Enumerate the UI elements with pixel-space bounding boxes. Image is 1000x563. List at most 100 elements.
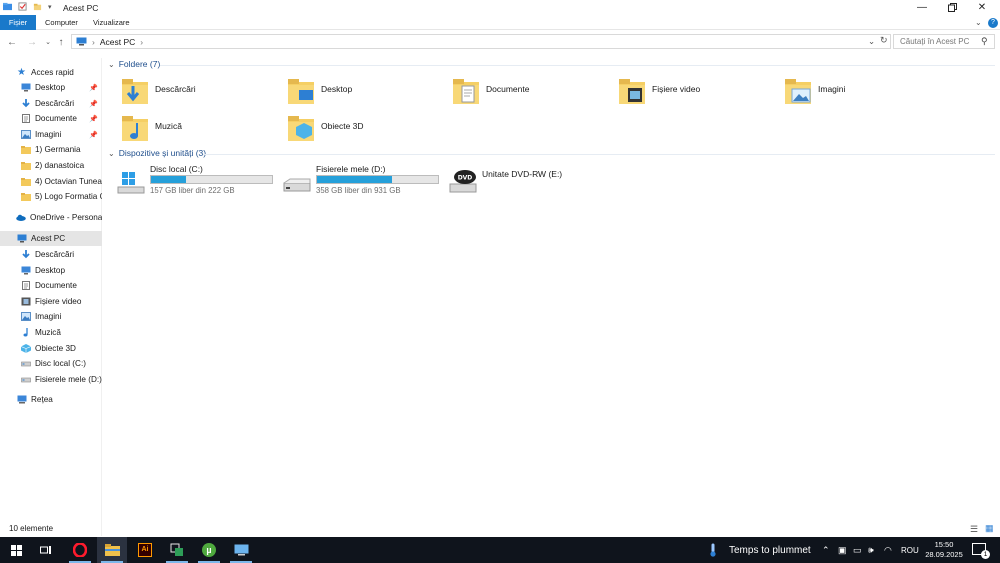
taskbar: Ai µ Temps to plummet ⌃ ▣ ▭ 🕪 ◠ ROU 15:5… xyxy=(0,537,1000,563)
nav-pc-item[interactable]: Desktop xyxy=(0,263,102,278)
desktop-folder-icon xyxy=(287,76,315,106)
nav-quick-item[interactable]: Imagini 📌 xyxy=(0,127,102,142)
back-icon[interactable]: ← xyxy=(6,36,18,48)
nav-network[interactable]: Rețea xyxy=(0,392,102,407)
search-input[interactable]: Căutați în Acest PC ⚲ xyxy=(893,34,995,49)
language-indicator[interactable]: ROU xyxy=(901,537,919,563)
nav-pc-item[interactable]: Obiecte 3D xyxy=(0,341,102,356)
forward-icon[interactable]: → xyxy=(26,36,38,48)
folders-group-header[interactable]: ⌄ Foldere (7) xyxy=(108,59,160,69)
nav-label: Desktop xyxy=(35,265,66,275)
show-hidden-icons-icon[interactable]: ⌃ xyxy=(822,537,830,563)
folder-label: Muzică xyxy=(155,121,182,131)
refresh-icon[interactable]: ↻ xyxy=(880,35,888,46)
customize-toolbar-icon[interactable]: ▾ xyxy=(48,3,52,11)
task-view-icon[interactable] xyxy=(31,537,61,563)
new-folder-icon[interactable] xyxy=(33,2,42,11)
windows-drive-icon xyxy=(116,168,146,198)
volume-icon[interactable]: 🕪 xyxy=(868,537,874,563)
objects-3d-icon xyxy=(20,343,32,353)
opera-icon[interactable] xyxy=(65,537,95,563)
breadcrumb-separator-icon: › xyxy=(92,36,95,47)
nav-quick-item[interactable]: Desktop 📌 xyxy=(0,80,102,95)
nav-pc-item[interactable]: Fișiere video xyxy=(0,294,102,309)
drive-tile[interactable]: Disc local (C:) 157 GB liber din 222 GB xyxy=(116,164,276,198)
drive-label: Fisierele mele (D:) xyxy=(316,164,386,174)
close-icon[interactable]: ✕ xyxy=(967,0,997,15)
music-icon xyxy=(21,328,31,337)
weather-text[interactable]: Temps to plummet xyxy=(729,537,811,563)
documents-folder-icon xyxy=(452,76,480,106)
drive-tile[interactable]: Fisierele mele (D:) 358 GB liber din 931 … xyxy=(282,164,442,198)
clock[interactable]: 15:50 28.09.2025 xyxy=(924,540,964,560)
minimize-icon[interactable]: — xyxy=(907,0,937,15)
pictures-icon xyxy=(21,312,31,322)
drive-free-space: 157 GB liber din 222 GB xyxy=(150,186,235,195)
nav-pc-item[interactable]: Disc local (C:) xyxy=(0,356,102,371)
weather-icon[interactable] xyxy=(709,543,717,557)
nav-quick-item[interactable]: 1) Germania xyxy=(0,142,102,157)
folder-tile[interactable]: Obiecte 3D xyxy=(287,113,447,147)
nav-pc-item[interactable]: Muzică xyxy=(0,325,102,340)
expand-ribbon-icon[interactable]: ⌄ xyxy=(975,18,982,27)
battery-icon[interactable]: ▭ xyxy=(853,537,862,563)
drives-group-header[interactable]: ⌄ Dispozitive și unități (3) xyxy=(108,148,206,158)
nav-quick-access[interactable]: ★ Acces rapid xyxy=(0,65,102,80)
file-explorer-icon[interactable] xyxy=(97,537,127,563)
drive-usage-bar xyxy=(150,175,273,184)
folder-tile[interactable]: Descărcări xyxy=(121,76,281,110)
nav-quick-item[interactable]: 2) danastoica xyxy=(0,158,102,173)
window-title: Acest PC xyxy=(63,3,99,13)
rdp-icon[interactable] xyxy=(226,537,256,563)
meet-now-icon[interactable]: ▣ xyxy=(838,537,847,563)
address-bar[interactable]: › Acest PC › ⌄ ↻ xyxy=(71,34,891,49)
tab-file[interactable]: Fișier xyxy=(0,15,36,30)
cloud-icon xyxy=(16,214,26,221)
help-icon[interactable]: ? xyxy=(988,18,998,28)
drive-label: Disc local (C:) xyxy=(150,164,203,174)
folder-tile[interactable]: Imagini xyxy=(784,76,944,110)
nav-quick-item[interactable]: 4) Octavian Tunea xyxy=(0,174,102,189)
breadcrumb-chevron-icon[interactable]: › xyxy=(140,37,143,47)
folder-tile[interactable]: Desktop xyxy=(287,76,447,110)
drive-icon xyxy=(21,375,31,384)
pictures-folder-icon xyxy=(784,76,812,106)
nav-pc-item[interactable]: Fisierele mele (D:) xyxy=(0,372,102,387)
nav-quick-item[interactable]: Descărcări 📌 xyxy=(0,96,102,111)
recent-locations-icon[interactable]: ⌄ xyxy=(42,36,54,48)
maximize-icon[interactable] xyxy=(937,0,967,15)
tab-computer[interactable]: Computer xyxy=(37,15,86,30)
folder-label: Fișiere video xyxy=(652,84,701,94)
tiles-view-icon[interactable]: ▦ xyxy=(985,523,994,534)
tab-view[interactable]: Vizualizare xyxy=(85,15,138,30)
drive-usage-fill xyxy=(317,176,393,183)
nav-label: 4) Octavian Tunea xyxy=(35,176,102,186)
wifi-icon[interactable]: ◠ xyxy=(884,537,892,563)
nav-label: Rețea xyxy=(31,395,53,404)
drive-tile[interactable]: DVD Unitate DVD-RW (E:) xyxy=(448,169,608,203)
details-view-icon[interactable]: ☰ xyxy=(970,524,978,535)
chevron-down-icon: ⌄ xyxy=(108,59,115,69)
pin-icon: 📌 xyxy=(89,131,98,139)
address-dropdown-icon[interactable]: ⌄ xyxy=(868,36,875,47)
nav-label: Documente xyxy=(35,281,77,291)
nav-pc-item[interactable]: Imagini xyxy=(0,309,102,324)
nav-label: Imagini xyxy=(35,129,62,139)
nav-quick-item[interactable]: Documente 📌 xyxy=(0,111,102,126)
breadcrumb-this-pc[interactable]: Acest PC xyxy=(100,37,135,47)
properties-icon[interactable] xyxy=(18,2,27,11)
nav-pc-item[interactable]: Documente xyxy=(0,278,102,293)
illustrator-icon[interactable]: Ai xyxy=(130,537,160,563)
up-icon[interactable]: ↑ xyxy=(55,36,67,48)
folder-tile[interactable]: Fișiere video xyxy=(618,76,778,110)
nav-this-pc[interactable]: Acest PC xyxy=(0,231,102,246)
app-icon[interactable] xyxy=(162,537,192,563)
nav-label: 2) danastoica xyxy=(35,161,85,170)
nav-pc-item[interactable]: Descărcări xyxy=(0,247,102,262)
folder-tile[interactable]: Muzică xyxy=(121,113,281,147)
nav-quick-item[interactable]: 5) Logo Formatia Co xyxy=(0,189,102,204)
utorrent-icon[interactable]: µ xyxy=(194,537,224,563)
start-icon[interactable] xyxy=(1,537,31,563)
nav-onedrive[interactable]: OneDrive - Personal xyxy=(0,210,102,225)
folder-tile[interactable]: Documente xyxy=(452,76,612,110)
